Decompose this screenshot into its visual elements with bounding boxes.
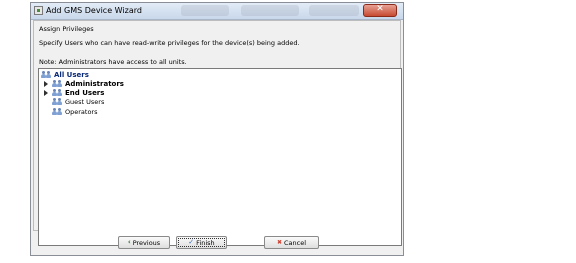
users-icon (52, 107, 63, 116)
close-icon: ✕ (376, 4, 384, 14)
previous-button[interactable]: ‹ Previous (118, 236, 170, 249)
note-text: Note: Administrators have access to all … (39, 58, 187, 66)
previous-label: Previous (132, 238, 161, 247)
tree-item-all-users[interactable]: All Users (41, 70, 89, 79)
cancel-label: Cancel (284, 238, 307, 247)
app-icon (34, 6, 43, 15)
tree-item-label: End Users (65, 88, 105, 97)
tree-item-label: Operators (65, 107, 98, 116)
close-button[interactable]: ✕ (363, 4, 397, 17)
users-icon (52, 79, 63, 88)
tree-item-operators[interactable]: Operators (52, 107, 97, 116)
assign-privileges-group: Assign Privileges Specify Users who can … (33, 20, 402, 246)
users-icon (41, 70, 52, 79)
expand-arrow-icon[interactable] (44, 80, 48, 87)
checkmark-icon: ✓ (188, 238, 195, 246)
instruction-text: Specify Users who can have read-write pr… (39, 39, 300, 47)
tree-item-label: All Users (54, 70, 89, 79)
group-title: Assign Privileges (39, 25, 94, 33)
cancel-icon: ✖ (276, 239, 282, 246)
tree-item-label: Administrators (65, 79, 124, 88)
user-group-tree[interactable]: All Users Administrators End Users Guest… (38, 68, 402, 246)
users-icon (52, 88, 63, 97)
tree-item-label: Guest Users (65, 97, 105, 106)
wizard-window: Add GMS Device Wizard ✕ Assign Privilege… (30, 2, 404, 256)
background-tab (241, 5, 299, 16)
users-icon (52, 97, 63, 106)
tree-item-guest-users[interactable]: Guest Users (52, 97, 104, 106)
back-arrow-icon: ‹ (127, 238, 131, 246)
finish-button[interactable]: ✓ Finish (176, 236, 227, 249)
title-bar[interactable]: Add GMS Device Wizard ✕ (31, 3, 403, 20)
expand-arrow-icon[interactable] (44, 89, 48, 96)
background-tab (181, 5, 229, 16)
tree-item-end-users[interactable]: End Users (44, 88, 104, 97)
window-title: Add GMS Device Wizard (46, 6, 142, 15)
finish-label: Finish (196, 238, 215, 247)
cancel-button[interactable]: ✖ Cancel (264, 236, 319, 249)
background-tab (309, 5, 359, 16)
tree-item-administrators[interactable]: Administrators (44, 79, 124, 88)
